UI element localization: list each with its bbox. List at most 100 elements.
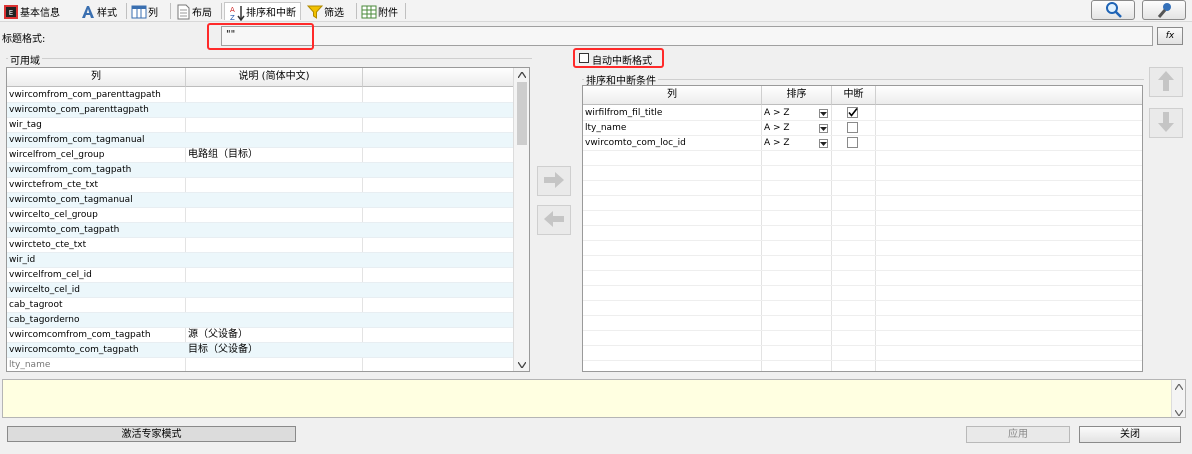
column-header-col[interactable]: 列 [583, 86, 762, 105]
field-name-cell: vwircomto_com_tagmanual [9, 195, 133, 205]
sort-row[interactable]: vwircomto_com_loc_id A > Z [583, 136, 1142, 151]
toolbar-divider [405, 3, 406, 19]
title-format-label: 标题格式: [2, 34, 46, 45]
attachment-grid-icon [361, 4, 377, 19]
field-desc-cell [186, 238, 362, 253]
field-desc-cell [186, 298, 362, 313]
filter-funnel-icon [306, 4, 324, 19]
tab-sort-break[interactable]: AZ 排序和中断 [224, 2, 301, 22]
auto-break-checkbox[interactable] [579, 53, 589, 63]
tab-basic-info[interactable]: E 基本信息 [3, 2, 60, 20]
sort-row[interactable]: wirfilfrom_fil_title A > Z [583, 106, 1142, 121]
table-row[interactable]: vwircomfrom_com_tagpath [7, 163, 513, 178]
table-row[interactable]: vwircomfrom_com_parenttagpath [7, 88, 513, 103]
table-row[interactable]: wir_tag [7, 118, 513, 133]
sort-az-icon: AZ [229, 5, 245, 22]
message-scrollbar[interactable] [1171, 380, 1185, 419]
scroll-up-icon[interactable] [517, 70, 527, 81]
table-row[interactable]: vwircelfrom_cel_id [7, 268, 513, 283]
field-name-cell: vwircomfrom_com_tagmanual [9, 135, 145, 145]
table-row[interactable]: vwircomto_com_tagmanual [7, 193, 513, 208]
field-name-cell: vwircomcomfrom_com_tagpath [9, 330, 151, 340]
table-row[interactable]: vwircomcomto_com_tagpath 目标（父设备） [7, 343, 513, 358]
empty-row [583, 346, 1142, 361]
scroll-thumb[interactable] [517, 82, 527, 145]
tools-button[interactable] [1142, 0, 1186, 20]
table-row[interactable]: lty_name [7, 358, 513, 371]
field-desc-cell [186, 313, 362, 328]
available-fields-grid: 列 说明 (简体中文) vwircomfrom_com_parenttagpat… [6, 67, 530, 372]
table-row[interactable]: vwircteto_cte_txt [7, 238, 513, 253]
auto-break-label[interactable]: 自动中断格式 [592, 52, 652, 67]
table-row[interactable]: vwircomcomfrom_com_tagpath 源（父设备） [7, 328, 513, 343]
field-desc-cell [186, 283, 362, 298]
column-header-desc[interactable]: 说明 (简体中文) [186, 68, 363, 87]
scroll-up-icon[interactable] [1174, 382, 1184, 393]
field-name-cell: wir_id [9, 255, 36, 265]
tab-label: 筛选 [324, 7, 344, 19]
field-desc-cell: 电路组（目标） [188, 149, 258, 160]
remove-field-button[interactable] [537, 205, 571, 235]
dropdown-arrow-icon[interactable] [819, 139, 828, 148]
table-row[interactable]: wircelfrom_cel_group 电路组（目标） [7, 148, 513, 163]
tab-attachment[interactable]: 附件 [361, 2, 398, 20]
move-down-button[interactable] [1149, 108, 1183, 138]
app-icon: E [3, 4, 18, 19]
sort-order-select[interactable]: A > Z [762, 136, 818, 151]
sort-order-select[interactable]: A > Z [762, 121, 818, 136]
tab-filter[interactable]: 筛选 [306, 2, 344, 20]
close-button[interactable]: 关闭 [1079, 426, 1181, 443]
dropdown-arrow-icon[interactable] [819, 124, 828, 133]
apply-button[interactable]: 应用 [966, 426, 1070, 443]
table-row[interactable]: vwircelto_cel_group [7, 208, 513, 223]
table-row[interactable]: vwircelto_cel_id [7, 283, 513, 298]
field-name-cell: vwircelto_cel_group [9, 210, 98, 220]
table-row[interactable]: cab_tagroot [7, 298, 513, 313]
sort-order-select[interactable]: A > Z [762, 106, 818, 121]
table-row[interactable]: vwircomfrom_com_tagmanual [7, 133, 513, 148]
field-desc-cell [186, 133, 362, 148]
arrow-up-icon [1157, 70, 1175, 95]
tab-columns[interactable]: 列 [131, 2, 158, 20]
field-desc-cell [186, 178, 362, 193]
scroll-down-icon[interactable] [1174, 408, 1184, 419]
field-desc-cell [186, 358, 362, 371]
tab-style[interactable]: 样式 [80, 2, 117, 20]
table-row[interactable]: wir_id [7, 253, 513, 268]
table-row[interactable]: cab_tagorderno [7, 313, 513, 328]
field-name-cell: vwircomto_com_parenttagpath [9, 105, 149, 115]
expert-mode-button[interactable]: 激活专家模式 [7, 426, 296, 442]
columns-icon [131, 4, 147, 19]
title-format-input[interactable]: "" [221, 26, 1153, 46]
field-desc-cell [186, 223, 362, 238]
dropdown-arrow-icon[interactable] [819, 109, 828, 118]
column-header-sort[interactable]: 排序 [762, 86, 832, 105]
break-checkbox[interactable] [847, 137, 858, 148]
add-field-button[interactable] [537, 166, 571, 196]
empty-row [583, 226, 1142, 241]
move-up-button[interactable] [1149, 67, 1183, 97]
sort-group-border [582, 79, 1144, 80]
available-group-border [6, 58, 532, 59]
empty-row [583, 316, 1142, 331]
column-header-col[interactable]: 列 [7, 68, 186, 87]
check-icon [848, 108, 858, 117]
available-scrollbar[interactable] [513, 68, 529, 371]
sort-row[interactable]: lty_name A > Z [583, 121, 1142, 136]
field-desc-cell [186, 208, 362, 223]
message-area [2, 379, 1186, 418]
column-header-break[interactable]: 中断 [832, 86, 876, 105]
field-name-cell: vwirctefrom_cte_txt [9, 180, 99, 190]
break-checkbox[interactable] [847, 107, 858, 118]
table-row[interactable]: vwirctefrom_cte_txt [7, 178, 513, 193]
tab-layout[interactable]: 布局 [175, 2, 212, 20]
empty-row [583, 151, 1142, 166]
highlight-title-input [207, 23, 314, 50]
scroll-down-icon[interactable] [517, 360, 527, 371]
break-checkbox[interactable] [847, 122, 858, 133]
formula-button[interactable]: fx [1157, 27, 1183, 45]
field-desc-cell: 源（父设备） [188, 329, 248, 340]
table-row[interactable]: vwircomto_com_parenttagpath [7, 103, 513, 118]
preview-button[interactable] [1091, 0, 1135, 20]
table-row[interactable]: vwircomto_com_tagpath [7, 223, 513, 238]
